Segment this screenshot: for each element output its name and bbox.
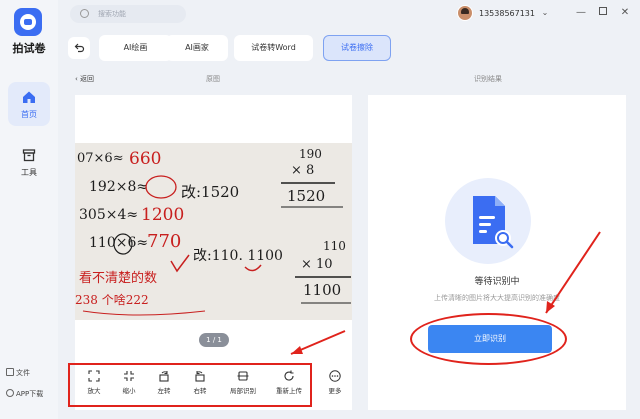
toolbar-highlight-annotation	[68, 363, 312, 407]
sidebar-item-home[interactable]: 首页	[8, 82, 50, 126]
original-image-title: 原图	[206, 75, 220, 83]
tab-paper-to-word[interactable]: 试卷转Word	[234, 35, 313, 61]
recognition-status: 等待识别中	[474, 277, 520, 287]
sidebar-link-files[interactable]: 文件	[6, 368, 30, 378]
user-phone: 13538567131	[479, 9, 535, 18]
recognition-result-title: 识别结果	[474, 75, 502, 83]
home-icon	[23, 91, 35, 103]
undo-back-button[interactable]	[68, 37, 90, 59]
close-button[interactable]: ✕	[618, 6, 632, 20]
sidebar: 拍试卷 首页 工具 文件 APP下载	[0, 0, 58, 419]
page-indicator: 1 / 1	[199, 333, 229, 347]
toolbox-icon	[22, 149, 36, 162]
maximize-button[interactable]	[596, 6, 610, 20]
app-logo	[14, 8, 42, 36]
more-icon	[329, 370, 341, 382]
app-download-label: APP下载	[16, 390, 44, 398]
button-highlight-annotation	[410, 313, 567, 365]
minimize-button[interactable]: —	[574, 6, 588, 20]
sidebar-item-label: 工具	[21, 168, 37, 177]
more-button[interactable]: 更多	[318, 370, 352, 404]
photo-markings	[82, 175, 351, 316]
back-link[interactable]: ‹ 返回	[75, 74, 94, 84]
more-label: 更多	[328, 387, 342, 395]
search-box[interactable]: 搜索功能	[70, 5, 186, 23]
search-icon	[80, 9, 89, 18]
content-header: ‹ 返回 原图 识别结果	[64, 70, 640, 88]
app-name: 拍试卷	[12, 42, 46, 55]
search-placeholder: 搜索功能	[98, 10, 126, 18]
file-link-label: 文件	[16, 369, 30, 377]
recognition-hint: 上传清晰的图片将大大提高识别的准确度	[434, 294, 560, 302]
document-illustration	[445, 178, 531, 264]
document-search-icon	[473, 196, 514, 249]
sidebar-item-label: 首页	[21, 110, 37, 119]
homework-photo: 07×6≈ 660 192×8≈ 改:1520 305×4≈ 1200 110×…	[75, 143, 352, 320]
original-image-panel: 07×6≈ 660 192×8≈ 改:1520 305×4≈ 1200 110×…	[75, 95, 352, 358]
tab-paper-erase[interactable]: 试卷擦除	[323, 35, 391, 61]
account-dropdown-chevron-icon[interactable]: ⌄	[538, 6, 552, 20]
tab-ai-painter[interactable]: AI画家	[166, 35, 228, 61]
tab-ai-drawing[interactable]: AI绘画	[99, 35, 172, 61]
undo-icon	[74, 43, 84, 53]
file-icon	[6, 368, 14, 376]
avatar[interactable]	[457, 5, 473, 21]
back-link-label: 返回	[80, 75, 95, 83]
sidebar-item-tools[interactable]: 工具	[8, 140, 50, 184]
maximize-icon	[599, 7, 607, 15]
phone-download-icon	[6, 389, 14, 397]
sidebar-link-app-download[interactable]: APP下载	[6, 389, 43, 399]
